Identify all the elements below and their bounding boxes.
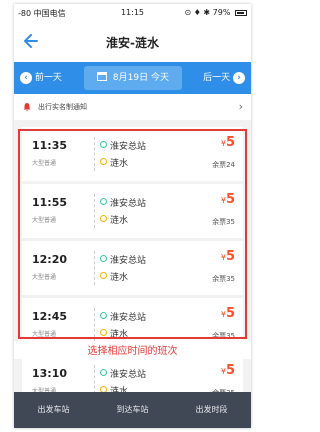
- next-day-label: 后一天: [203, 73, 231, 83]
- bus-type: 大型普通: [32, 160, 57, 167]
- departure-time: 13:10: [32, 367, 68, 380]
- status-right: ⊙ ♦ ✱ 79%: [184, 8, 247, 17]
- prev-day-label: 前一天: [34, 73, 62, 83]
- departure-time-button[interactable]: 出发时段: [172, 392, 251, 428]
- remaining-seats: 余票35: [212, 332, 235, 340]
- origin-station: 淮安总站: [110, 256, 147, 266]
- remaining-seats: 余票35: [212, 275, 235, 283]
- title-bar: 淮安-涟水: [14, 22, 251, 62]
- destination-dot-icon: [100, 215, 107, 222]
- destination-dot-icon: [100, 272, 107, 279]
- remaining-seats: 余票35: [212, 218, 235, 226]
- destination-dot-icon: [100, 158, 107, 165]
- bottom-filter-bar: 出发车站 到达车站 出发时段: [14, 392, 251, 428]
- status-bar: -80 中国电信 11:15 ⊙ ♦ ✱ 79%: [14, 4, 251, 22]
- origin-dot-icon: [100, 312, 107, 319]
- annotation-caption: 选择相应时间的班次: [87, 346, 178, 357]
- origin-dot-icon: [100, 198, 107, 205]
- origin-station: 淮安总站: [110, 313, 147, 323]
- destination-station: 涟水: [110, 216, 129, 226]
- next-day-button[interactable]: 后一天 ›: [203, 70, 245, 84]
- chevron-right-icon: ›: [233, 71, 245, 84]
- departure-time: 11:35: [32, 139, 68, 152]
- destination-station: 涟水: [110, 159, 129, 169]
- departure-time: 12:20: [32, 253, 68, 266]
- trip-card[interactable]: 12:20 大型普通 淮安总站涟水 ¥5 余票35: [22, 241, 243, 295]
- origin-dot-icon: [100, 255, 107, 262]
- signal-icons: ⊙ ♦ ✱: [184, 8, 211, 17]
- origin-dot-icon: [100, 141, 107, 148]
- divider: [94, 308, 95, 342]
- chevron-right-icon: ›: [238, 100, 243, 113]
- ticket-price: ¥5: [220, 306, 235, 321]
- calendar-icon: [97, 72, 108, 81]
- divider: [94, 251, 95, 285]
- divider: [94, 137, 95, 171]
- destination-dot-icon: [100, 329, 107, 336]
- divider: [94, 194, 95, 228]
- bus-type: 大型普通: [32, 274, 57, 281]
- remaining-seats: 余票24: [212, 161, 235, 169]
- origin-station: 淮安总站: [110, 142, 147, 152]
- ticket-price: ¥5: [220, 135, 235, 150]
- battery-percent: 79%: [212, 8, 231, 17]
- origin-station: 淮安总站: [110, 199, 147, 209]
- trip-card[interactable]: 11:55 大型普通 淮安总站涟水 ¥5 余票35: [22, 184, 243, 238]
- chevron-left-icon: ‹: [20, 71, 32, 84]
- origin-dot-icon: [100, 369, 107, 376]
- page-title: 淮安-涟水: [106, 36, 159, 50]
- bus-type: 大型普通: [32, 331, 57, 338]
- ticket-price: ¥5: [220, 192, 235, 207]
- realname-notice[interactable]: 出行实名制通知 ›: [14, 94, 251, 120]
- bus-type: 大型普通: [32, 217, 57, 224]
- departure-time: 12:45: [32, 310, 68, 323]
- prev-day-button[interactable]: ‹ 前一天: [20, 70, 62, 84]
- bell-icon: [23, 103, 31, 112]
- ticket-price: ¥5: [220, 249, 235, 264]
- origin-station: 淮安总站: [110, 370, 147, 380]
- departure-time: 11:55: [32, 196, 68, 209]
- battery-icon: [235, 9, 247, 16]
- date-selector[interactable]: 8月19日 今天: [84, 66, 182, 90]
- arrival-station-button[interactable]: 到达车站: [93, 392, 172, 428]
- notice-text: 出行实名制通知: [38, 103, 87, 111]
- destination-station: 涟水: [110, 273, 129, 283]
- departure-station-button[interactable]: 出发车站: [14, 392, 93, 428]
- date-label: 8月19日 今天: [112, 73, 169, 83]
- ticket-price: ¥5: [220, 363, 235, 378]
- destination-station: 涟水: [110, 330, 129, 340]
- phone-screen: -80 中国电信 11:15 ⊙ ♦ ✱ 79% 淮安-涟水 ‹ 前一天 8月1…: [14, 4, 251, 428]
- date-bar: ‹ 前一天 8月19日 今天 后一天 ›: [14, 62, 251, 94]
- trip-card[interactable]: 11:35 大型普通 淮安总站涟水 ¥5 余票24: [22, 127, 243, 181]
